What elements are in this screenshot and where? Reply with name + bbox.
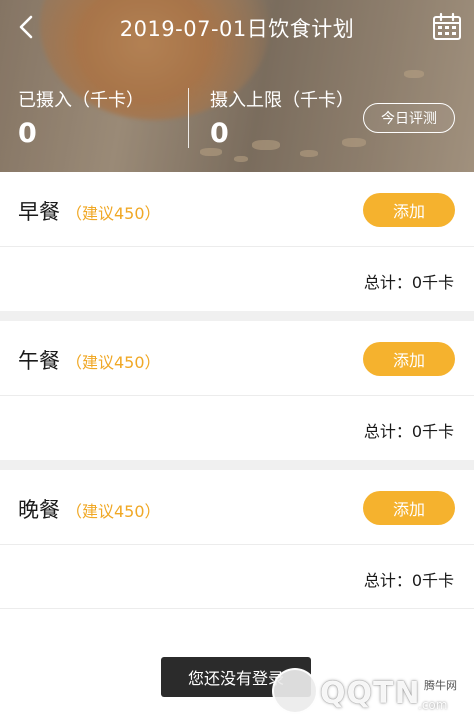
limit-stat: 摄入上限（千卡） 0 [210,86,354,149]
header-banner: 2019-07-01日饮食计划 已摄入（千卡） 0 摄入上限（千卡） 0 今日评… [0,0,474,172]
meal-header: 午餐 （建议450） 添加 [0,321,474,396]
meal-total: 总计：0千卡 [363,571,454,590]
meal-suggestion: （建议450） [66,204,161,223]
meal-suggestion: （建议450） [66,502,161,521]
watermark-site: QQTN [320,676,421,711]
watermark-brand: 腾牛网 [424,679,457,692]
meal-name: 晚餐 [18,498,60,522]
watermark-domain: .com [418,698,448,712]
meal-name: 午餐 [18,349,60,373]
intake-label: 已摄入（千卡） [18,90,144,111]
stat-divider [188,88,189,148]
meal-total: 总计：0千卡 [363,273,454,292]
meal-footer: 总计：0千卡 [0,247,474,311]
calendar-button[interactable] [432,12,462,42]
meal-section-dinner: 晚餐 （建议450） 添加 总计：0千卡 [0,470,474,609]
meal-section-lunch: 午餐 （建议450） 添加 总计：0千卡 [0,321,474,460]
meal-total: 总计：0千卡 [363,422,454,441]
page-title: 2019-07-01日饮食计划 [119,17,355,41]
watermark-logo [272,668,318,714]
evaluate-today-button[interactable]: 今日评测 [363,103,455,133]
meal-header: 早餐 （建议450） 添加 [0,172,474,247]
add-dinner-button[interactable]: 添加 [363,491,455,525]
meal-footer: 总计：0千卡 [0,396,474,460]
limit-value: 0 [210,118,229,149]
section-divider [0,460,474,470]
limit-label: 摄入上限（千卡） [210,90,354,111]
intake-stat: 已摄入（千卡） 0 [18,86,144,149]
section-divider [0,311,474,321]
meal-header: 晚餐 （建议450） 添加 [0,470,474,545]
intake-value: 0 [18,118,37,149]
nav-bar: 2019-07-01日饮食计划 [0,0,474,56]
calendar-icon [433,12,461,40]
back-button[interactable] [12,12,42,42]
meal-footer: 总计：0千卡 [0,545,474,609]
add-breakfast-button[interactable]: 添加 [363,193,455,227]
meal-name: 早餐 [18,200,60,224]
meal-section-breakfast: 早餐 （建议450） 添加 总计：0千卡 [0,172,474,311]
meal-suggestion: （建议450） [66,353,161,372]
chevron-left-icon [19,15,33,39]
add-lunch-button[interactable]: 添加 [363,342,455,376]
